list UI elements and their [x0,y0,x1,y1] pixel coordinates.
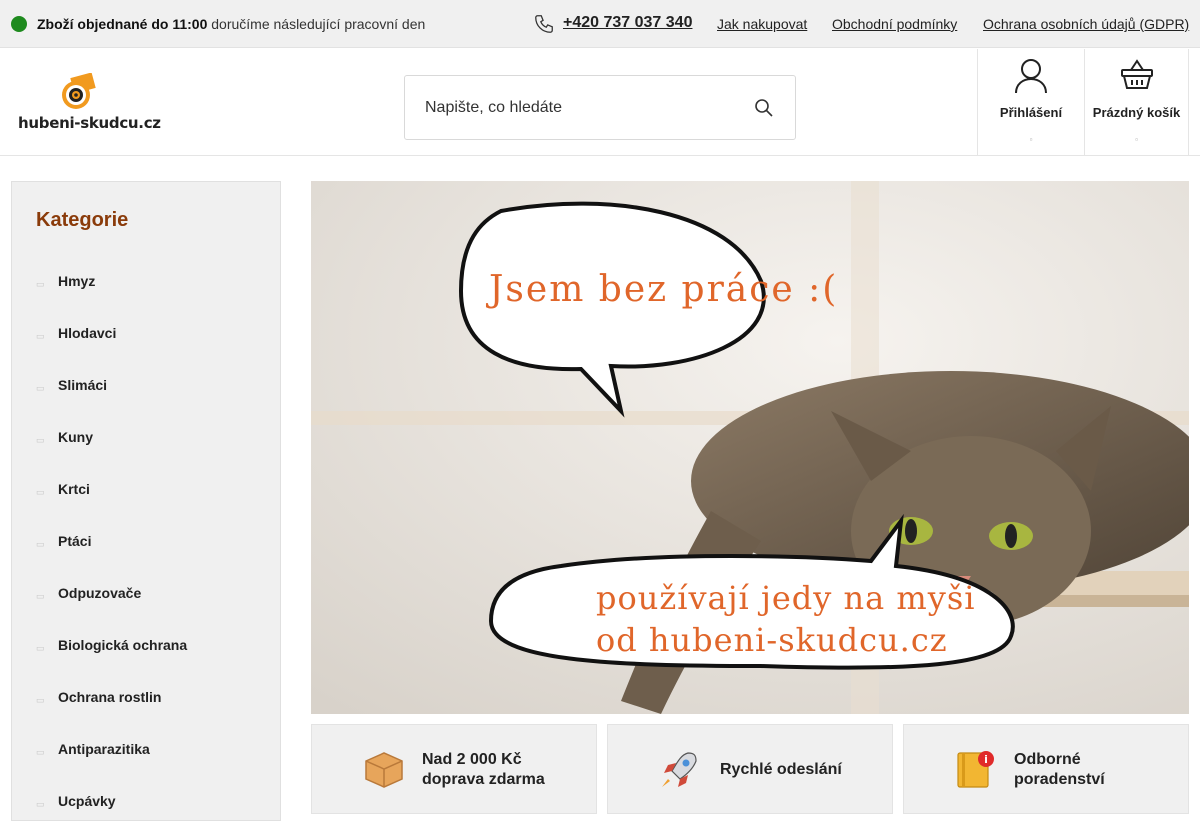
link-gdpr[interactable]: Ochrana osobních údajů (GDPR) [983,16,1189,32]
sidebar-item-label: Ucpávky [58,793,116,809]
sidebar-item-odpuzovace[interactable]: ▭ Odpuzovače [12,569,280,621]
sidebar-item-ptaci[interactable]: ▭ Ptáci [12,517,280,569]
sidebar-item-kuny[interactable]: ▭ Kuny [12,413,280,465]
benefit-expert-advice: i Odborné poradenství [903,724,1189,814]
top-info-bar: Zboží objednané do 11:00 doručíme násled… [0,0,1200,48]
sidebar-item-label: Ochrana rostlin [58,689,162,705]
hero-banner[interactable]: Jsem bez práce :( používají jedy na myši… [311,181,1189,714]
status-dot-icon [11,16,27,32]
bullet-icon: ▭ [36,539,45,549]
sidebar-item-biologicka-ochrana[interactable]: ▭ Biologická ochrana [12,621,280,673]
link-terms[interactable]: Obchodní podmínky [832,16,957,32]
bullet-icon: ▭ [36,799,45,809]
sidebar-item-label: Hmyz [58,273,96,289]
benefit-fast-dispatch: Rychlé odeslání [607,724,893,814]
delivery-notice: Zboží objednané do 11:00 doručíme násled… [37,16,426,32]
search-box[interactable] [404,75,796,140]
cart-caret-icon: ▫ [1135,135,1138,144]
sidebar-item-ucpavky[interactable]: ▭ Ucpávky [12,777,280,829]
banner-text-bottom-1: používají jedy na myši [596,579,976,617]
search-input[interactable] [425,96,745,120]
sidebar-item-ochrana-rostlin[interactable]: ▭ Ochrana rostlin [12,673,280,725]
benefit-free-shipping: Nad 2 000 Kč doprava zdarma [311,724,597,814]
benefit-line1: Odborné [1014,751,1081,768]
sidebar-item-label: Slimáci [58,377,108,393]
benefit-line1: Rychlé odeslání [720,761,842,778]
sidebar-item-label: Odpuzovače [58,585,142,601]
user-icon [1015,59,1047,94]
bullet-icon: ▭ [36,591,45,601]
sidebar-item-hlodavci[interactable]: ▭ Hlodavci [12,309,280,361]
sidebar-item-label: Krtci [58,481,90,497]
box-icon [365,752,403,788]
bullet-icon: ▭ [36,435,45,445]
sidebar-item-label: Kuny [58,429,93,445]
category-sidebar: Kategorie ▭ Hmyz ▭ Hlodavci ▭ Slimáci ▭ Kuny… [11,181,281,821]
banner-text-bottom-2: od hubeni-skudcu.cz [596,621,948,659]
login-label: Přihlášení [999,105,1063,120]
bullet-icon: ▭ [36,279,45,289]
rocket-icon [662,752,697,787]
bullet-icon: ▭ [36,383,45,393]
sidebar-item-slimaci[interactable]: ▭ Slimáci [12,361,280,413]
cart-button[interactable]: Prázdný košík ▫ [1084,49,1189,155]
phone-link[interactable]: +420 737 037 340 [563,14,692,32]
phone-icon [535,15,553,33]
site-header: hubeni-skudcu.cz Přihlášení ▫ Prázdný ko… [0,49,1200,156]
cart-label: Prázdný košík [1092,105,1181,120]
sidebar-item-hmyz[interactable]: ▭ Hmyz [12,257,280,309]
bullet-icon: ▭ [36,695,45,705]
book-info-icon: i [957,751,994,788]
benefit-line2: doprava zdarma [422,771,545,788]
bullet-icon: ▭ [36,643,45,653]
site-logo[interactable]: hubeni-skudcu.cz [16,73,161,133]
link-how-to-buy[interactable]: Jak nakupovat [717,16,807,32]
bullet-icon: ▭ [36,747,45,757]
basket-icon [1120,59,1153,89]
sidebar-item-label: Hlodavci [58,325,117,341]
login-caret-icon: ▫ [1029,135,1033,144]
banner-text-top: Jsem bez práce :( [489,269,839,310]
bullet-icon: ▭ [36,331,45,341]
login-button[interactable]: Přihlášení ▫ [977,49,1084,155]
svg-text:i: i [984,753,988,766]
sidebar-item-label: Antiparazitika [58,741,150,757]
benefit-line2: poradenství [1014,771,1105,788]
sidebar-item-label: Biologická ochrana [58,637,188,653]
search-icon[interactable] [754,98,774,118]
sidebar-item-antiparazitika[interactable]: ▭ Antiparazitika [12,725,280,777]
bullet-icon: ▭ [36,487,45,497]
benefit-line1: Nad 2 000 Kč [422,751,522,768]
sidebar-item-krtci[interactable]: ▭ Krtci [12,465,280,517]
logo-text: hubeni-skudcu.cz [18,114,161,132]
sidebar-title: Kategorie [36,209,129,231]
target-logo-icon [62,73,96,109]
sidebar-item-label: Ptáci [58,533,92,549]
